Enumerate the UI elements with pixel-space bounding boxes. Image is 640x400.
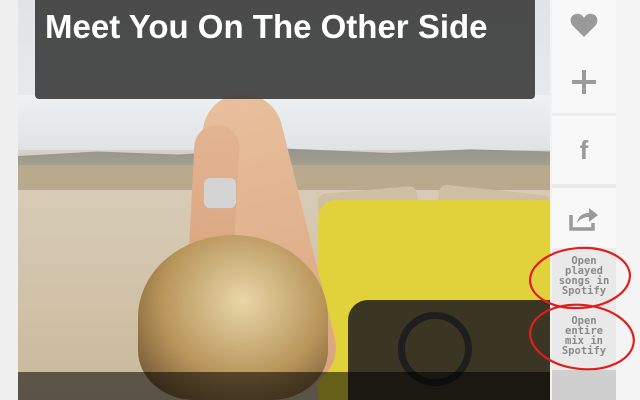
share-icon xyxy=(568,205,600,231)
add-button[interactable] xyxy=(552,50,616,113)
like-button[interactable] xyxy=(552,0,616,50)
open-entire-mix-label: Open entire mix in Spotify xyxy=(561,315,607,357)
facebook-icon: f xyxy=(579,134,589,165)
mix-title: Meet You On The Other Side xyxy=(45,8,488,45)
open-entire-mix-in-spotify-button[interactable]: Open entire mix in Spotify xyxy=(552,306,616,366)
open-played-songs-in-spotify-button[interactable]: Open played songs in Spotify xyxy=(552,250,616,302)
title-overlay: Meet You On The Other Side xyxy=(35,0,535,99)
facebook-share-button[interactable]: f xyxy=(552,116,616,184)
sidebar-footer xyxy=(552,370,616,400)
image-bottom-shade xyxy=(18,372,550,400)
open-played-songs-label: Open played songs in Spotify xyxy=(558,255,610,297)
heart-icon xyxy=(570,12,598,38)
image-bracelet xyxy=(204,178,236,208)
plus-icon xyxy=(571,69,597,95)
share-button[interactable] xyxy=(552,188,616,248)
right-margin xyxy=(616,0,640,400)
left-margin xyxy=(0,0,18,400)
